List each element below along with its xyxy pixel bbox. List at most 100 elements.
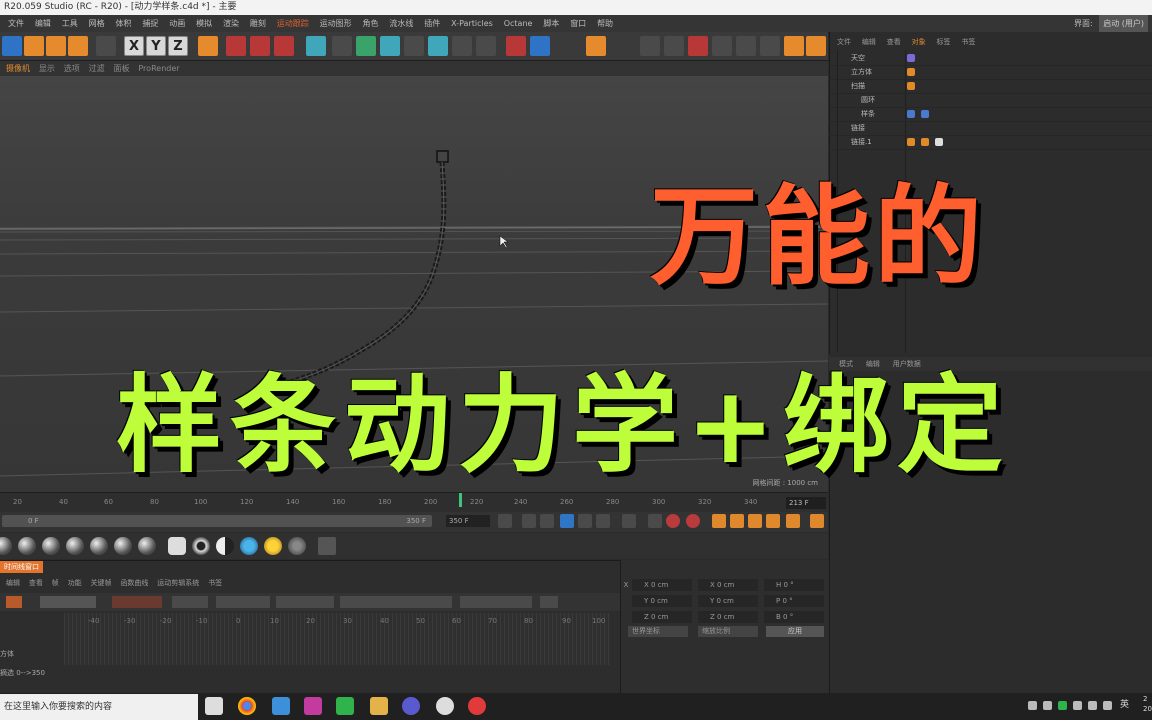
- material-ball-icon[interactable]: [114, 537, 132, 555]
- tangent-tools-icon[interactable]: [216, 596, 270, 608]
- app-icon[interactable]: [272, 697, 290, 715]
- rigid-body-icon[interactable]: [640, 36, 660, 56]
- apply-button[interactable]: 应用: [766, 626, 824, 637]
- plugin-s-icon[interactable]: [806, 36, 826, 56]
- menu-window[interactable]: 窗口: [570, 15, 586, 32]
- chrome-icon[interactable]: [238, 697, 256, 715]
- viewport-menu-camera[interactable]: 摄像机: [6, 61, 30, 76]
- app-icon[interactable]: [402, 697, 420, 715]
- material-ball-icon[interactable]: [138, 537, 156, 555]
- motion-layer-icon[interactable]: [460, 596, 532, 608]
- menu-xparticles[interactable]: X-Particles: [451, 15, 493, 32]
- clock[interactable]: 2 202: [1143, 694, 1152, 714]
- render-view-icon[interactable]: [226, 36, 246, 56]
- om-menu-tags[interactable]: 标签: [937, 34, 951, 50]
- tag-icon[interactable]: [935, 138, 943, 146]
- toggle-icon[interactable]: [168, 537, 186, 555]
- parameter-key-icon[interactable]: [766, 514, 780, 528]
- material-ball-icon[interactable]: [18, 537, 36, 555]
- spline-dynamics-icon[interactable]: [760, 36, 780, 56]
- tray-wechat-icon[interactable]: [1058, 701, 1067, 710]
- object-row-link[interactable]: 链接: [829, 122, 1152, 136]
- viewport-menu-prorender[interactable]: ProRender: [138, 61, 179, 76]
- current-frame-field[interactable]: 213 F: [786, 497, 826, 509]
- tray-chevron-icon[interactable]: [1028, 701, 1037, 710]
- timeline-icon[interactable]: [810, 514, 824, 528]
- object-row-sweep[interactable]: 扫描: [829, 80, 1152, 94]
- force-icon[interactable]: [688, 36, 708, 56]
- frame-range-slider[interactable]: 0 F 350 F: [2, 515, 432, 527]
- rot-p-field[interactable]: P 0 °: [764, 595, 824, 607]
- chain-spline[interactable]: [289, 161, 447, 385]
- object-row-spline[interactable]: 样条: [829, 108, 1152, 122]
- light-icon[interactable]: [476, 36, 496, 56]
- taskbar-search-input[interactable]: 在这里输入你要搜索的内容: [0, 694, 198, 720]
- gear-icon[interactable]: [288, 537, 306, 555]
- pos-y-field[interactable]: Y 0 cm: [632, 595, 692, 607]
- menu-character[interactable]: 角色: [363, 15, 379, 32]
- om-menu-edit[interactable]: 编辑: [862, 34, 876, 50]
- previous-key-icon[interactable]: [522, 514, 536, 528]
- pos-x-field[interactable]: X 0 cm: [632, 579, 692, 591]
- viewport-menu-display[interactable]: 显示: [39, 61, 55, 76]
- next-frame-icon[interactable]: [578, 514, 592, 528]
- curve-tools-icon[interactable]: [172, 596, 208, 608]
- material-ball-icon[interactable]: [66, 537, 84, 555]
- grid-object-icon[interactable]: [586, 36, 606, 56]
- tl-menu-edit[interactable]: 编辑: [6, 577, 20, 589]
- om-menu-file[interactable]: 文件: [837, 34, 851, 50]
- timeline-settings-icon[interactable]: [540, 596, 558, 608]
- menu-render[interactable]: 渲染: [223, 15, 239, 32]
- material-ball-icon[interactable]: [90, 537, 108, 555]
- tl-menu-view[interactable]: 查看: [29, 577, 43, 589]
- viewport-menu-options[interactable]: 选项: [64, 61, 80, 76]
- tag-icon[interactable]: [907, 82, 915, 90]
- om-menu-view[interactable]: 查看: [887, 34, 901, 50]
- om-menu-bookmarks[interactable]: 书签: [961, 34, 975, 50]
- menu-motion-tracker[interactable]: 运动跟踪: [277, 15, 309, 32]
- menu-mesh[interactable]: 网格: [89, 15, 105, 32]
- key-selection-icon[interactable]: [686, 514, 700, 528]
- deformer-icon[interactable]: [404, 36, 424, 56]
- menu-volume[interactable]: 体积: [116, 15, 132, 32]
- anchor-cube[interactable]: [436, 150, 449, 163]
- key-options-icon[interactable]: [340, 596, 452, 608]
- pause-icon[interactable]: [560, 514, 574, 528]
- tag-icon[interactable]: [907, 54, 915, 62]
- picture-viewer-icon[interactable]: [506, 36, 526, 56]
- wechat-icon[interactable]: [336, 697, 354, 715]
- size-z-field[interactable]: Z 0 cm: [698, 611, 758, 623]
- rotation-key-icon[interactable]: [748, 514, 762, 528]
- object-row-cube[interactable]: 立方体: [829, 66, 1152, 80]
- file-explorer-icon[interactable]: [370, 697, 388, 715]
- y-axis-lock-button[interactable]: Y: [146, 36, 166, 56]
- cube-object-icon[interactable]: [306, 36, 326, 56]
- go-to-end-icon[interactable]: [622, 514, 636, 528]
- camera-icon[interactable]: [452, 36, 472, 56]
- object-row-circle[interactable]: 圆环: [829, 94, 1152, 108]
- previous-frame-icon[interactable]: [540, 514, 554, 528]
- menu-snap[interactable]: 捕捉: [142, 15, 158, 32]
- subdivision-surface-icon[interactable]: [356, 36, 376, 56]
- coordinate-mode-select[interactable]: 世界坐标: [628, 626, 688, 637]
- next-key-icon[interactable]: [596, 514, 610, 528]
- cloner-icon[interactable]: [380, 36, 400, 56]
- key-tools-icon[interactable]: [40, 596, 96, 608]
- network-icon[interactable]: [1088, 701, 1097, 710]
- timeline-window-title[interactable]: 时间线窗口: [0, 561, 43, 573]
- connector-icon[interactable]: [664, 36, 684, 56]
- track-label[interactable]: 方体: [0, 649, 14, 659]
- hair-icon[interactable]: [736, 36, 756, 56]
- tray-icon[interactable]: [1073, 701, 1082, 710]
- menu-tools[interactable]: 工具: [62, 15, 78, 32]
- last-tool-icon[interactable]: [96, 36, 116, 56]
- z-axis-lock-button[interactable]: Z: [168, 36, 188, 56]
- menu-simulate[interactable]: 模拟: [196, 15, 212, 32]
- size-x-field[interactable]: X 0 cm: [698, 579, 758, 591]
- rot-b-field[interactable]: B 0 °: [764, 611, 824, 623]
- tag-icon[interactable]: [907, 138, 915, 146]
- scale-key-icon[interactable]: [730, 514, 744, 528]
- spring-icon[interactable]: [712, 36, 732, 56]
- tl-menu-bookmarks[interactable]: 书签: [208, 577, 222, 589]
- menu-pipeline[interactable]: 流水线: [389, 15, 413, 32]
